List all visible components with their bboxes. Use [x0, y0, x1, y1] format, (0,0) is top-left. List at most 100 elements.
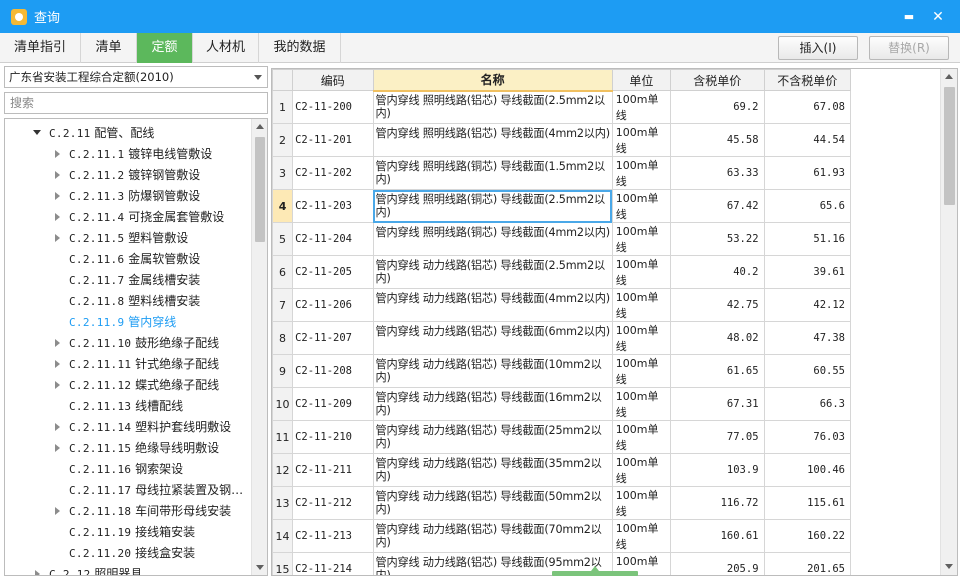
tree-node[interactable]: C.2.11.2 镀锌钢管敷设 — [53, 165, 267, 185]
tree-node[interactable]: C.2.11.9 管内穿线 — [53, 312, 267, 332]
row-number[interactable]: 6 — [272, 255, 294, 289]
price-notax-cell[interactable]: 66.3 — [763, 387, 852, 421]
quota-library-select[interactable]: 广东省安装工程综合定额(2010) — [4, 66, 268, 88]
tree-node[interactable]: C.2.12 照明器具 — [33, 564, 267, 575]
row-number[interactable]: 5 — [272, 222, 294, 256]
price-notax-cell[interactable]: 60.55 — [763, 354, 852, 388]
tree-node[interactable]: C.2.11.11 针式绝缘子配线 — [53, 354, 267, 374]
name-cell[interactable]: 管内穿线 照明线路(铜芯) 导线截面(4mm2以内) — [372, 222, 613, 256]
name-cell[interactable]: 管内穿线 动力线路(铝芯) 导线截面(25mm2以内) — [372, 420, 613, 454]
price-notax-cell[interactable]: 76.03 — [763, 420, 852, 454]
unit-cell[interactable]: 100m单线 — [611, 90, 672, 124]
tree-node[interactable]: C.2.11.12 蝶式绝缘子配线 — [53, 375, 267, 395]
unit-cell[interactable]: 100m单线 — [611, 486, 672, 520]
tree-scroll-thumb[interactable] — [255, 137, 265, 242]
splitter-handle[interactable] — [552, 566, 638, 576]
collapse-triangle-icon[interactable] — [55, 507, 60, 515]
collapse-triangle-icon[interactable] — [55, 213, 60, 221]
name-cell[interactable]: 管内穿线 动力线路(铝芯) 导线截面(10mm2以内) — [372, 354, 613, 388]
row-number[interactable]: 11 — [272, 420, 294, 454]
unit-column-header[interactable]: 单位 — [611, 69, 672, 91]
price-tax-cell[interactable]: 45.58 — [670, 123, 765, 157]
tree-node[interactable]: C.2.11.18 车间带形母线安装 — [53, 501, 267, 521]
price-notax-cell[interactable]: 51.16 — [763, 222, 852, 256]
tab-labor-material-machine[interactable]: 人材机 — [193, 33, 259, 63]
price-notax-cell[interactable]: 160.22 — [763, 519, 852, 553]
price-notax-cell[interactable]: 201.65 — [763, 552, 852, 575]
tab-quota[interactable]: 定额 — [137, 33, 193, 63]
row-number[interactable]: 9 — [272, 354, 294, 388]
price-tax-cell[interactable]: 116.72 — [670, 486, 765, 520]
insert-button[interactable]: 插入(I) — [778, 36, 858, 60]
tree-node[interactable]: C.2.11.17 母线拉紧装置及钢… — [53, 480, 267, 500]
unit-cell[interactable]: 100m单线 — [611, 222, 672, 256]
unit-cell[interactable]: 100m单线 — [611, 519, 672, 553]
scroll-up-icon[interactable] — [941, 69, 957, 85]
tree-node[interactable]: C.2.11.5 塑料管敷设 — [53, 228, 267, 248]
tree-node[interactable]: C.2.11.3 防爆钢管敷设 — [53, 186, 267, 206]
name-cell[interactable]: 管内穿线 动力线路(铝芯) 导线截面(16mm2以内) — [372, 387, 613, 421]
price-tax-cell[interactable]: 77.05 — [670, 420, 765, 454]
row-number[interactable]: 3 — [272, 156, 294, 190]
grid-scroll-thumb[interactable] — [944, 87, 955, 205]
collapse-triangle-icon[interactable] — [35, 570, 40, 575]
price-tax-cell[interactable]: 63.33 — [670, 156, 765, 190]
price-tax-cell[interactable]: 160.61 — [670, 519, 765, 553]
name-cell[interactable]: 管内穿线 照明线路(铝芯) 导线截面(2.5mm2以内) — [372, 90, 613, 124]
code-cell[interactable]: C2-11-203 — [292, 189, 374, 223]
table-row[interactable]: 14 C2-11-213 管内穿线 动力线路(铝芯) 导线截面(70mm2以内) 10… — [272, 519, 852, 553]
name-cell[interactable]: 管内穿线 动力线路(铝芯) 导线截面(70mm2以内) — [372, 519, 613, 553]
table-row[interactable]: 12 C2-11-211 管内穿线 动力线路(铝芯) 导线截面(35mm2以内) 10… — [272, 453, 852, 487]
tab-bill-guide[interactable]: 清单指引 — [0, 33, 81, 63]
unit-cell[interactable]: 100m单线 — [611, 156, 672, 190]
minimize-icon[interactable]: ▬ — [900, 8, 918, 26]
tree-node[interactable]: C.2.11.1 镀锌电线管敷设 — [53, 144, 267, 164]
price-notax-cell[interactable]: 100.46 — [763, 453, 852, 487]
price-notax-cell[interactable]: 61.93 — [763, 156, 852, 190]
tree-node[interactable]: C.2.11.7 金属线槽安装 — [53, 270, 267, 290]
table-row[interactable]: 6 C2-11-205 管内穿线 动力线路(铝芯) 导线截面(2.5mm2以内) 10… — [272, 255, 852, 289]
tree-node[interactable]: C.2.11 配管、配线 — [33, 123, 267, 143]
row-number[interactable]: 8 — [272, 321, 294, 355]
price-notax-cell[interactable]: 67.08 — [763, 90, 852, 124]
price-notax-cell[interactable]: 44.54 — [763, 123, 852, 157]
close-icon[interactable]: ✕ — [929, 8, 947, 26]
tab-my-data[interactable]: 我的数据 — [259, 33, 341, 63]
unit-cell[interactable]: 100m单线 — [611, 387, 672, 421]
unit-cell[interactable]: 100m单线 — [611, 420, 672, 454]
tree-node[interactable]: C.2.11.15 绝缘导线明敷设 — [53, 438, 267, 458]
name-cell[interactable]: 管内穿线 动力线路(铝芯) 导线截面(35mm2以内) — [372, 453, 613, 487]
row-number[interactable]: 4 — [272, 189, 294, 223]
price-tax-cell[interactable]: 42.75 — [670, 288, 765, 322]
unit-cell[interactable]: 100m单线 — [611, 189, 672, 223]
collapse-triangle-icon[interactable] — [55, 360, 60, 368]
code-cell[interactable]: C2-11-206 — [292, 288, 374, 322]
unit-cell[interactable]: 100m单线 — [611, 288, 672, 322]
collapse-triangle-icon[interactable] — [55, 150, 60, 158]
code-cell[interactable]: C2-11-202 — [292, 156, 374, 190]
row-number[interactable]: 15 — [272, 552, 294, 575]
name-cell[interactable]: 管内穿线 照明线路(铜芯) 导线截面(2.5mm2以内) — [372, 189, 613, 223]
price-notax-cell[interactable]: 42.12 — [763, 288, 852, 322]
tree-node[interactable]: C.2.11.4 可挠金属套管敷设 — [53, 207, 267, 227]
name-cell[interactable]: 管内穿线 动力线路(铝芯) 导线截面(4mm2以内) — [372, 288, 613, 322]
unit-cell[interactable]: 100m单线 — [611, 123, 672, 157]
price-tax-cell[interactable]: 61.65 — [670, 354, 765, 388]
code-cell[interactable]: C2-11-211 — [292, 453, 374, 487]
price-tax-cell[interactable]: 48.02 — [670, 321, 765, 355]
price-notax-cell[interactable]: 65.6 — [763, 189, 852, 223]
code-column-header[interactable]: 编码 — [292, 69, 374, 91]
code-cell[interactable]: C2-11-205 — [292, 255, 374, 289]
code-cell[interactable]: C2-11-213 — [292, 519, 374, 553]
collapse-triangle-icon[interactable] — [55, 339, 60, 347]
price-tax-cell[interactable]: 67.31 — [670, 387, 765, 421]
collapse-triangle-icon[interactable] — [55, 171, 60, 179]
chevron-down-icon[interactable] — [254, 75, 262, 80]
collapse-triangle-icon[interactable] — [55, 192, 60, 200]
name-cell[interactable]: 管内穿线 动力线路(铝芯) 导线截面(50mm2以内) — [372, 486, 613, 520]
price-notax-cell[interactable]: 115.61 — [763, 486, 852, 520]
table-row[interactable]: 2 C2-11-201 管内穿线 照明线路(铝芯) 导线截面(4mm2以内) 100m… — [272, 123, 852, 157]
row-number[interactable]: 7 — [272, 288, 294, 322]
unit-cell[interactable]: 100m单线 — [611, 255, 672, 289]
row-number[interactable]: 2 — [272, 123, 294, 157]
